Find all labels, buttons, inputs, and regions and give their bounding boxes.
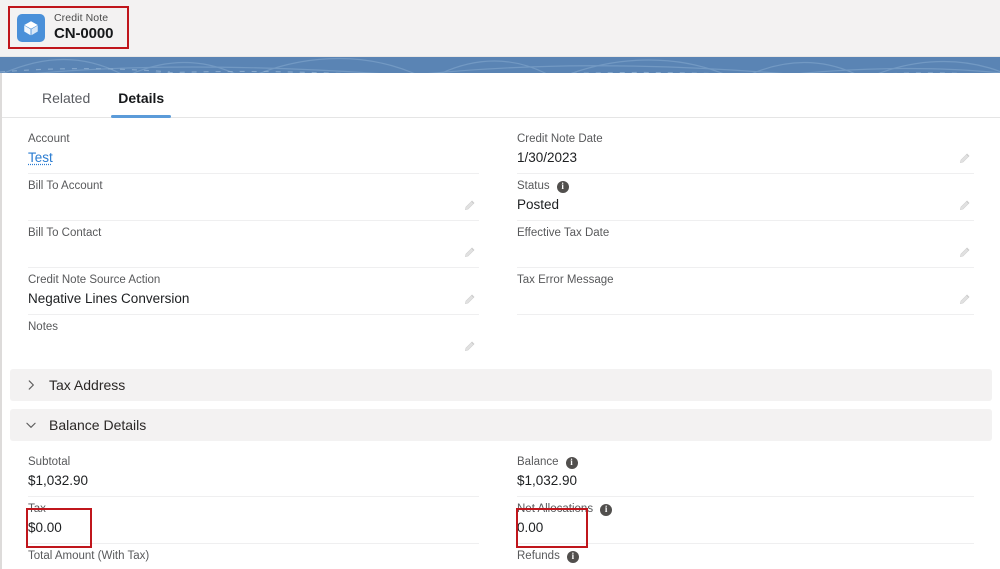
- field-label-subtotal: Subtotal: [28, 456, 71, 468]
- tab-bar: Related Details: [2, 73, 1000, 118]
- balance-left-column: Subtotal $1,032.90 Tax $0.00 Total Amoun…: [2, 450, 501, 569]
- field-net-allocations: Net Allocations i 0.00: [517, 497, 974, 544]
- chevron-down-icon: [24, 418, 38, 432]
- field-value-credit-note-date: 1/30/2023: [517, 150, 578, 165]
- balance-details-field-grid: Subtotal $1,032.90 Tax $0.00 Total Amoun…: [2, 441, 1000, 569]
- info-icon[interactable]: i: [566, 550, 579, 563]
- field-credit-note-source-action: Credit Note Source Action Negative Lines…: [28, 268, 479, 315]
- field-balance: Balance i $1,032.90: [517, 450, 974, 497]
- decorative-banner: [0, 57, 1000, 73]
- section-header-balance-details[interactable]: Balance Details: [10, 409, 992, 441]
- field-tax: Tax $0.00: [28, 497, 479, 544]
- field-label-credit-note-date: Credit Note Date: [517, 133, 603, 145]
- field-label-status-text: Status: [517, 180, 550, 192]
- field-value-credit-note-source-action: Negative Lines Conversion: [28, 291, 190, 306]
- field-label-credit-note-source-action: Credit Note Source Action: [28, 274, 161, 286]
- details-left-column: Account Test Bill To Account Bill To Con…: [2, 127, 501, 361]
- field-credit-note-date: Credit Note Date 1/30/2023: [517, 127, 974, 174]
- record-header-text: Credit Note CN-0000: [54, 13, 113, 42]
- field-label-balance-text: Balance: [517, 456, 559, 468]
- field-value-tax-error-message: [517, 289, 944, 309]
- field-status: Status i Posted: [517, 174, 974, 221]
- field-label-status: Status i: [517, 179, 944, 194]
- field-account: Account Test: [28, 127, 479, 174]
- edit-pencil-icon[interactable]: [463, 245, 477, 259]
- field-label-bill-to-contact: Bill To Contact: [28, 227, 102, 239]
- credit-note-cube-icon: [17, 13, 45, 42]
- section-header-tax-address[interactable]: Tax Address: [10, 369, 992, 401]
- field-label-net-allocations: Net Allocations i: [517, 502, 944, 517]
- record-title: CN-0000: [54, 25, 114, 43]
- object-type-label: Credit Note: [54, 12, 109, 25]
- field-label-notes: Notes: [28, 321, 59, 333]
- field-label-tax-error-message: Tax Error Message: [517, 274, 614, 286]
- field-value-net-allocations: 0.00: [517, 520, 544, 535]
- field-refunds: Refunds i $0.00: [517, 544, 974, 569]
- tab-related[interactable]: Related: [28, 90, 104, 117]
- info-icon[interactable]: i: [556, 180, 569, 193]
- edit-pencil-icon[interactable]: [958, 198, 972, 212]
- field-label-balance: Balance i: [517, 455, 944, 470]
- info-icon[interactable]: i: [600, 503, 613, 516]
- field-label-refunds: Refunds i: [517, 549, 944, 564]
- field-tax-error-message: Tax Error Message: [517, 268, 974, 315]
- details-right-column: Credit Note Date 1/30/2023 Status i Post…: [501, 127, 1000, 361]
- field-value-notes: [28, 336, 449, 356]
- edit-pencil-icon[interactable]: [463, 339, 477, 353]
- field-bill-to-contact: Bill To Contact: [28, 221, 479, 268]
- record-detail-panel: Related Details Account Test Bill To Acc…: [0, 73, 1000, 569]
- edit-pencil-icon[interactable]: [958, 245, 972, 259]
- edit-pencil-icon[interactable]: [958, 151, 972, 165]
- field-label-refunds-text: Refunds: [517, 550, 560, 562]
- edit-pencil-icon[interactable]: [958, 292, 972, 306]
- record-header-highlight[interactable]: Credit Note CN-0000: [8, 6, 129, 49]
- field-label-account: Account: [28, 133, 70, 145]
- edit-pencil-icon[interactable]: [463, 292, 477, 306]
- field-value-status: Posted: [517, 197, 560, 212]
- field-label-total-amount-with-tax: Total Amount (With Tax): [28, 550, 150, 562]
- field-value-bill-to-contact: [28, 242, 449, 262]
- tab-details[interactable]: Details: [104, 90, 178, 118]
- info-icon[interactable]: i: [565, 456, 578, 469]
- section-title-tax-address: Tax Address: [49, 377, 126, 393]
- field-notes: Notes: [28, 315, 479, 361]
- field-value-total-amount-with-tax: $1,032.90: [28, 565, 449, 569]
- field-value-effective-tax-date: [517, 242, 944, 262]
- field-value-balance: $1,032.90: [517, 473, 578, 488]
- field-value-account-link[interactable]: Test: [28, 148, 53, 168]
- details-field-grid: Account Test Bill To Account Bill To Con…: [2, 118, 1000, 361]
- field-label-net-allocations-text: Net Allocations: [517, 503, 594, 515]
- field-subtotal: Subtotal $1,032.90: [28, 450, 479, 497]
- field-value-refunds: $0.00: [517, 565, 944, 569]
- section-title-balance-details: Balance Details: [49, 417, 147, 433]
- field-value-tax: $0.00: [28, 520, 62, 535]
- field-bill-to-account: Bill To Account: [28, 174, 479, 221]
- edit-pencil-icon[interactable]: [463, 198, 477, 212]
- field-value-bill-to-account: [28, 195, 449, 215]
- balance-right-column: Balance i $1,032.90 Net Allocations i 0.…: [501, 450, 1000, 569]
- field-value-subtotal: $1,032.90: [28, 473, 89, 488]
- field-label-tax: Tax: [28, 503, 46, 515]
- field-label-effective-tax-date: Effective Tax Date: [517, 227, 610, 239]
- field-total-amount-with-tax: Total Amount (With Tax) $1,032.90: [28, 544, 479, 569]
- field-effective-tax-date: Effective Tax Date: [517, 221, 974, 268]
- chevron-right-icon: [24, 378, 38, 392]
- field-label-bill-to-account: Bill To Account: [28, 180, 103, 192]
- page-header: Credit Note CN-0000: [0, 0, 1000, 57]
